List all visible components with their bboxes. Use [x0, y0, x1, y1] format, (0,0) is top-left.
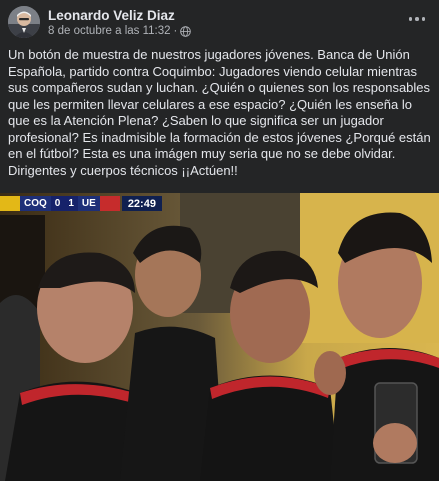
bench-photo-illustration: [0, 193, 439, 481]
home-team-crest: [0, 196, 20, 211]
post-photo[interactable]: COQ 0 1 UE 22:49: [0, 193, 439, 481]
author-name[interactable]: Leonardo Veliz Diaz: [48, 8, 175, 23]
post-timestamp[interactable]: 8 de octubre a las 11:32: [48, 25, 171, 37]
globe-icon: [180, 25, 192, 37]
post-header: Leonardo Veliz Diaz 8 de octubre a las 1…: [0, 0, 439, 44]
away-team-name: UE: [77, 196, 100, 211]
more-options-icon[interactable]: [405, 10, 429, 28]
tv-scorebug: COQ 0 1 UE 22:49: [0, 196, 162, 211]
meta-separator: ·: [173, 25, 178, 37]
home-team-score: 0: [50, 196, 65, 211]
avatar-image: [8, 6, 40, 38]
away-team-crest: [99, 196, 120, 211]
author-avatar[interactable]: [8, 6, 40, 38]
home-team-name: COQ: [20, 196, 51, 211]
post-text: Un botón de muestra de nuestros jugadore…: [8, 47, 431, 178]
match-clock: 22:49: [121, 196, 162, 211]
away-team-score: 1: [64, 196, 78, 211]
post-meta: 8 de octubre a las 11:32 ·: [48, 25, 192, 37]
facebook-post: Leonardo Veliz Diaz 8 de octubre a las 1…: [0, 0, 439, 481]
